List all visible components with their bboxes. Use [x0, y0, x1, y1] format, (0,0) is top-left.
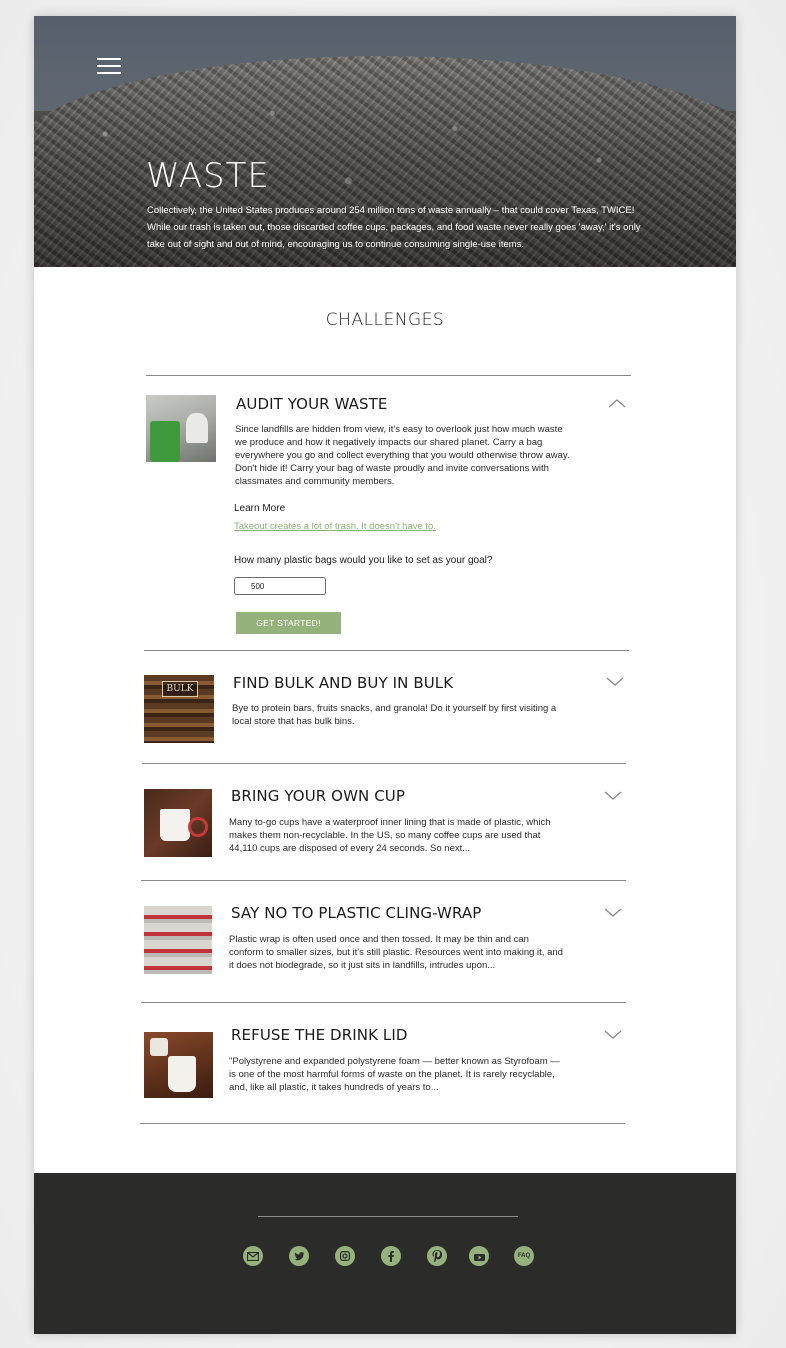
hamburger-menu-icon[interactable] — [97, 58, 121, 75]
footer: FAQ — [34, 1173, 736, 1334]
twitter-icon[interactable] — [289, 1246, 309, 1266]
footer-divider — [258, 1216, 518, 1217]
page: WASTE Collectively, the United States pr… — [34, 16, 736, 1334]
faq-icon[interactable]: FAQ — [514, 1246, 534, 1266]
challenge-description: Since landfills are hidden from view, it… — [235, 424, 570, 487]
learn-more-label: Learn More — [234, 503, 286, 514]
challenge-description: Bye to protein bars, fruits snacks, and … — [232, 703, 557, 727]
goal-input[interactable] — [234, 577, 326, 595]
challenge-title[interactable]: SAY NO TO PLASTIC CLING-WRAP — [231, 904, 481, 922]
challenge-thumbnail-cup — [144, 789, 212, 857]
instagram-icon[interactable] — [335, 1246, 355, 1266]
chevron-down-icon[interactable] — [604, 1030, 622, 1040]
divider — [141, 1002, 626, 1003]
challenge-title[interactable]: REFUSE THE DRINK LID — [231, 1026, 408, 1044]
divider — [146, 375, 631, 376]
learn-more-link[interactable]: Takeout creates a lot of trash. It doesn… — [234, 521, 436, 532]
challenge-thumbnail-drink-lid — [144, 1032, 213, 1098]
chevron-down-icon[interactable] — [604, 908, 622, 918]
pinterest-icon[interactable] — [427, 1246, 447, 1266]
challenge-thumbnail-bulk: BULK — [144, 675, 214, 743]
challenge-title[interactable]: AUDIT YOUR WASTE — [236, 395, 388, 413]
chevron-down-icon[interactable] — [606, 677, 624, 687]
divider — [142, 763, 626, 764]
challenge-description: "Polystyrene and expanded polystyrene fo… — [229, 1056, 560, 1093]
hero-description: Collectively, the United States produces… — [147, 205, 641, 250]
challenge-title[interactable]: FIND BULK AND BUY IN BULK — [233, 674, 453, 692]
challenge-thumbnail-audit — [146, 395, 216, 462]
divider — [141, 880, 626, 881]
challenges-heading: CHALLENGES — [325, 310, 445, 330]
page-title: WASTE — [146, 156, 270, 196]
challenge-description: Plastic wrap is often used once and then… — [229, 934, 563, 971]
youtube-icon[interactable] — [469, 1246, 489, 1266]
facebook-icon[interactable] — [381, 1246, 401, 1266]
chevron-up-icon[interactable] — [608, 398, 626, 408]
divider — [144, 650, 629, 651]
goal-question: How many plastic bags would you like to … — [234, 555, 493, 566]
email-icon[interactable] — [243, 1246, 263, 1266]
chevron-down-icon[interactable] — [604, 791, 622, 801]
challenge-description: Many to-go cups have a waterproof inner … — [229, 817, 551, 854]
hero-banner: WASTE Collectively, the United States pr… — [34, 16, 736, 267]
get-started-button[interactable]: GET STARTED! — [236, 612, 341, 634]
challenge-thumbnail-cling-wrap — [144, 906, 212, 974]
challenge-title[interactable]: BRING YOUR OWN CUP — [231, 787, 405, 805]
divider — [140, 1123, 625, 1124]
